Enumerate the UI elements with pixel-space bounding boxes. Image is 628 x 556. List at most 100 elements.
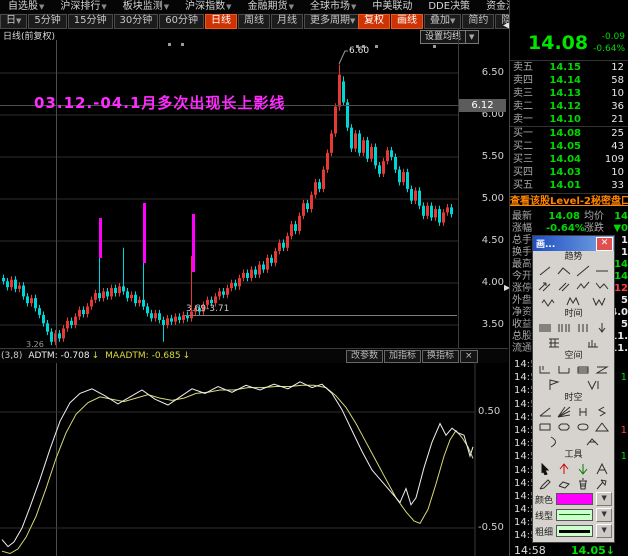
- tool-arrow-up-icon[interactable]: [556, 462, 572, 475]
- spacetime-fib-zigzag-icon[interactable]: [585, 435, 601, 448]
- trend-parallel-lines-icon[interactable]: [556, 279, 572, 292]
- space-hatch-box-icon[interactable]: [575, 363, 591, 376]
- time-bars-three-icon[interactable]: [575, 321, 591, 334]
- menu-item-1[interactable]: 自选股▼: [0, 0, 52, 13]
- period-button-日线[interactable]: 日线: [205, 14, 237, 29]
- candlestick-chart[interactable]: [0, 28, 458, 348]
- space-step-right-icon[interactable]: [556, 363, 572, 376]
- trend-m-shape-icon[interactable]: [565, 294, 581, 307]
- buy-row[interactable]: 买一14.0825: [510, 127, 628, 140]
- price-tick-6.50: 6.50: [460, 67, 504, 78]
- prop-swatch-颜色[interactable]: [556, 493, 593, 505]
- tick-row-last[interactable]: 14:5814.05↓: [510, 543, 628, 556]
- detail-value-partial: 5: [621, 319, 628, 331]
- tool-axe-icon[interactable]: [594, 477, 610, 490]
- buy-row[interactable]: 买三14.04109: [510, 153, 628, 166]
- queue-label: 买四: [510, 166, 539, 179]
- space-flag-icon[interactable]: [546, 378, 562, 391]
- trend-horizontal-line-icon[interactable]: [594, 264, 610, 277]
- chevron-down-icon[interactable]: ▼: [596, 524, 612, 538]
- button-label: 周线: [244, 15, 264, 26]
- period-button-更多周期[interactable]: 更多周期▼: [304, 14, 361, 29]
- action-button-简约[interactable]: 简约: [462, 14, 494, 29]
- price-tick-3.50: 3.50: [460, 319, 504, 330]
- price-axis: 6.506.005.505.004.504.003.50: [458, 28, 509, 348]
- indicator-tick--0.50: -0.50: [478, 522, 506, 533]
- buy-row[interactable]: 买五14.0133: [510, 179, 628, 192]
- period-button-日[interactable]: 日▼: [0, 14, 27, 29]
- down-arrow-icon: ↓: [92, 351, 100, 361]
- trend-zigzag-down-icon[interactable]: [594, 279, 610, 292]
- trend-two-segment-icon[interactable]: [556, 264, 572, 277]
- tool-pencil-icon[interactable]: [537, 477, 553, 490]
- menu-item-8[interactable]: DDE决策: [420, 0, 478, 13]
- prop-swatch-线型[interactable]: [556, 509, 593, 521]
- spacetime-rounded-rect-icon[interactable]: [556, 420, 572, 433]
- buy-row[interactable]: 买四14.0310: [510, 166, 628, 179]
- drawing-window-titlebar[interactable]: 画... ✕: [533, 236, 614, 251]
- tool-text-icon[interactable]: [594, 462, 610, 475]
- spacetime-h-bars-icon[interactable]: [575, 405, 591, 418]
- time-bars-sparse-icon[interactable]: [556, 321, 572, 334]
- tool-cursor-icon[interactable]: [537, 462, 553, 475]
- space-z-lines-icon[interactable]: [594, 363, 610, 376]
- trend-w-shape-icon[interactable]: [591, 294, 607, 307]
- period-button-15分钟[interactable]: 15分钟: [68, 14, 113, 29]
- sell-row[interactable]: 卖四14.1458: [510, 74, 628, 87]
- button-label: 简约: [468, 15, 488, 26]
- spacetime-triangle-icon[interactable]: [594, 420, 610, 433]
- queue-volume: 33: [581, 179, 628, 192]
- menu-item-3[interactable]: 板块监测▼: [115, 0, 177, 13]
- time-arrow-down-icon[interactable]: [594, 321, 610, 334]
- trend-zigzag-up-icon[interactable]: [575, 279, 591, 292]
- menu-item-4[interactable]: 沪深指数▼: [177, 0, 239, 13]
- time-grid-icon[interactable]: [546, 336, 562, 349]
- spacetime-ellipse-icon[interactable]: [575, 420, 591, 433]
- detail-value-partial: 1: [621, 235, 628, 247]
- sell-row[interactable]: 卖一14.1021: [510, 113, 628, 126]
- action-button-叠加[interactable]: 叠加▼: [424, 14, 461, 29]
- tool-arrow-down-icon[interactable]: [575, 462, 591, 475]
- level2-link[interactable]: 查看该股Level-2秘密盘口动向: [510, 193, 628, 209]
- action-button-复权[interactable]: 复权: [358, 14, 390, 29]
- drawn-annotation-text[interactable]: 03.12.-04.1月多次出现长上影线: [34, 92, 285, 113]
- trend-wave-icon[interactable]: [540, 294, 556, 307]
- period-button-30分钟[interactable]: 30分钟: [114, 14, 159, 29]
- trend-ray-icon[interactable]: [575, 264, 591, 277]
- palette-icon-row: [533, 335, 614, 350]
- tool-eraser-icon[interactable]: [556, 477, 572, 490]
- spacetime-arc-icon[interactable]: [546, 435, 562, 448]
- close-icon[interactable]: ✕: [596, 237, 613, 251]
- tool-trash-icon[interactable]: [575, 477, 591, 490]
- trend-segment-icon[interactable]: [537, 264, 553, 277]
- spacetime-gann-fan-icon[interactable]: [556, 405, 572, 418]
- spacetime-rectangle-icon[interactable]: [537, 420, 553, 433]
- menu-item-5[interactable]: 金融期货▼: [240, 0, 302, 13]
- queue-volume: 12: [581, 61, 628, 74]
- time-bars-dense-icon[interactable]: [537, 321, 553, 334]
- chevron-down-icon[interactable]: ▼: [596, 492, 612, 506]
- menu-item-7[interactable]: 中美联动: [364, 0, 420, 13]
- period-button-周线[interactable]: 周线: [238, 14, 270, 29]
- adtm-indicator-chart[interactable]: [0, 362, 508, 556]
- trend-parallel-arrows-icon[interactable]: [537, 279, 553, 292]
- period-button-月线[interactable]: 月线: [271, 14, 303, 29]
- menu-item-2[interactable]: 沪深排行▼: [52, 0, 114, 13]
- period-button-5分钟[interactable]: 5分钟: [28, 14, 66, 29]
- space-v-lines-icon[interactable]: [585, 378, 601, 391]
- period-button-60分钟[interactable]: 60分钟: [159, 14, 204, 29]
- palette-prop-粗细: 粗细▼: [533, 523, 614, 539]
- menu-item-6[interactable]: 全球市场▼: [302, 0, 364, 13]
- spacetime-vertical-zigzag-icon[interactable]: [594, 405, 610, 418]
- action-button-画线[interactable]: 画线: [391, 14, 423, 29]
- queue-price: 14.08: [539, 127, 581, 140]
- prop-swatch-粗细[interactable]: [556, 525, 593, 537]
- sell-row[interactable]: 卖二14.1236: [510, 100, 628, 113]
- time-histogram-icon[interactable]: [585, 336, 601, 349]
- sell-row[interactable]: 卖三14.1310: [510, 87, 628, 100]
- chevron-down-icon[interactable]: ▼: [596, 508, 612, 522]
- buy-row[interactable]: 买二14.0543: [510, 140, 628, 153]
- space-step-left-icon[interactable]: [537, 363, 553, 376]
- spacetime-angle-icon[interactable]: [537, 405, 553, 418]
- sell-row[interactable]: 卖五14.1512: [510, 61, 628, 74]
